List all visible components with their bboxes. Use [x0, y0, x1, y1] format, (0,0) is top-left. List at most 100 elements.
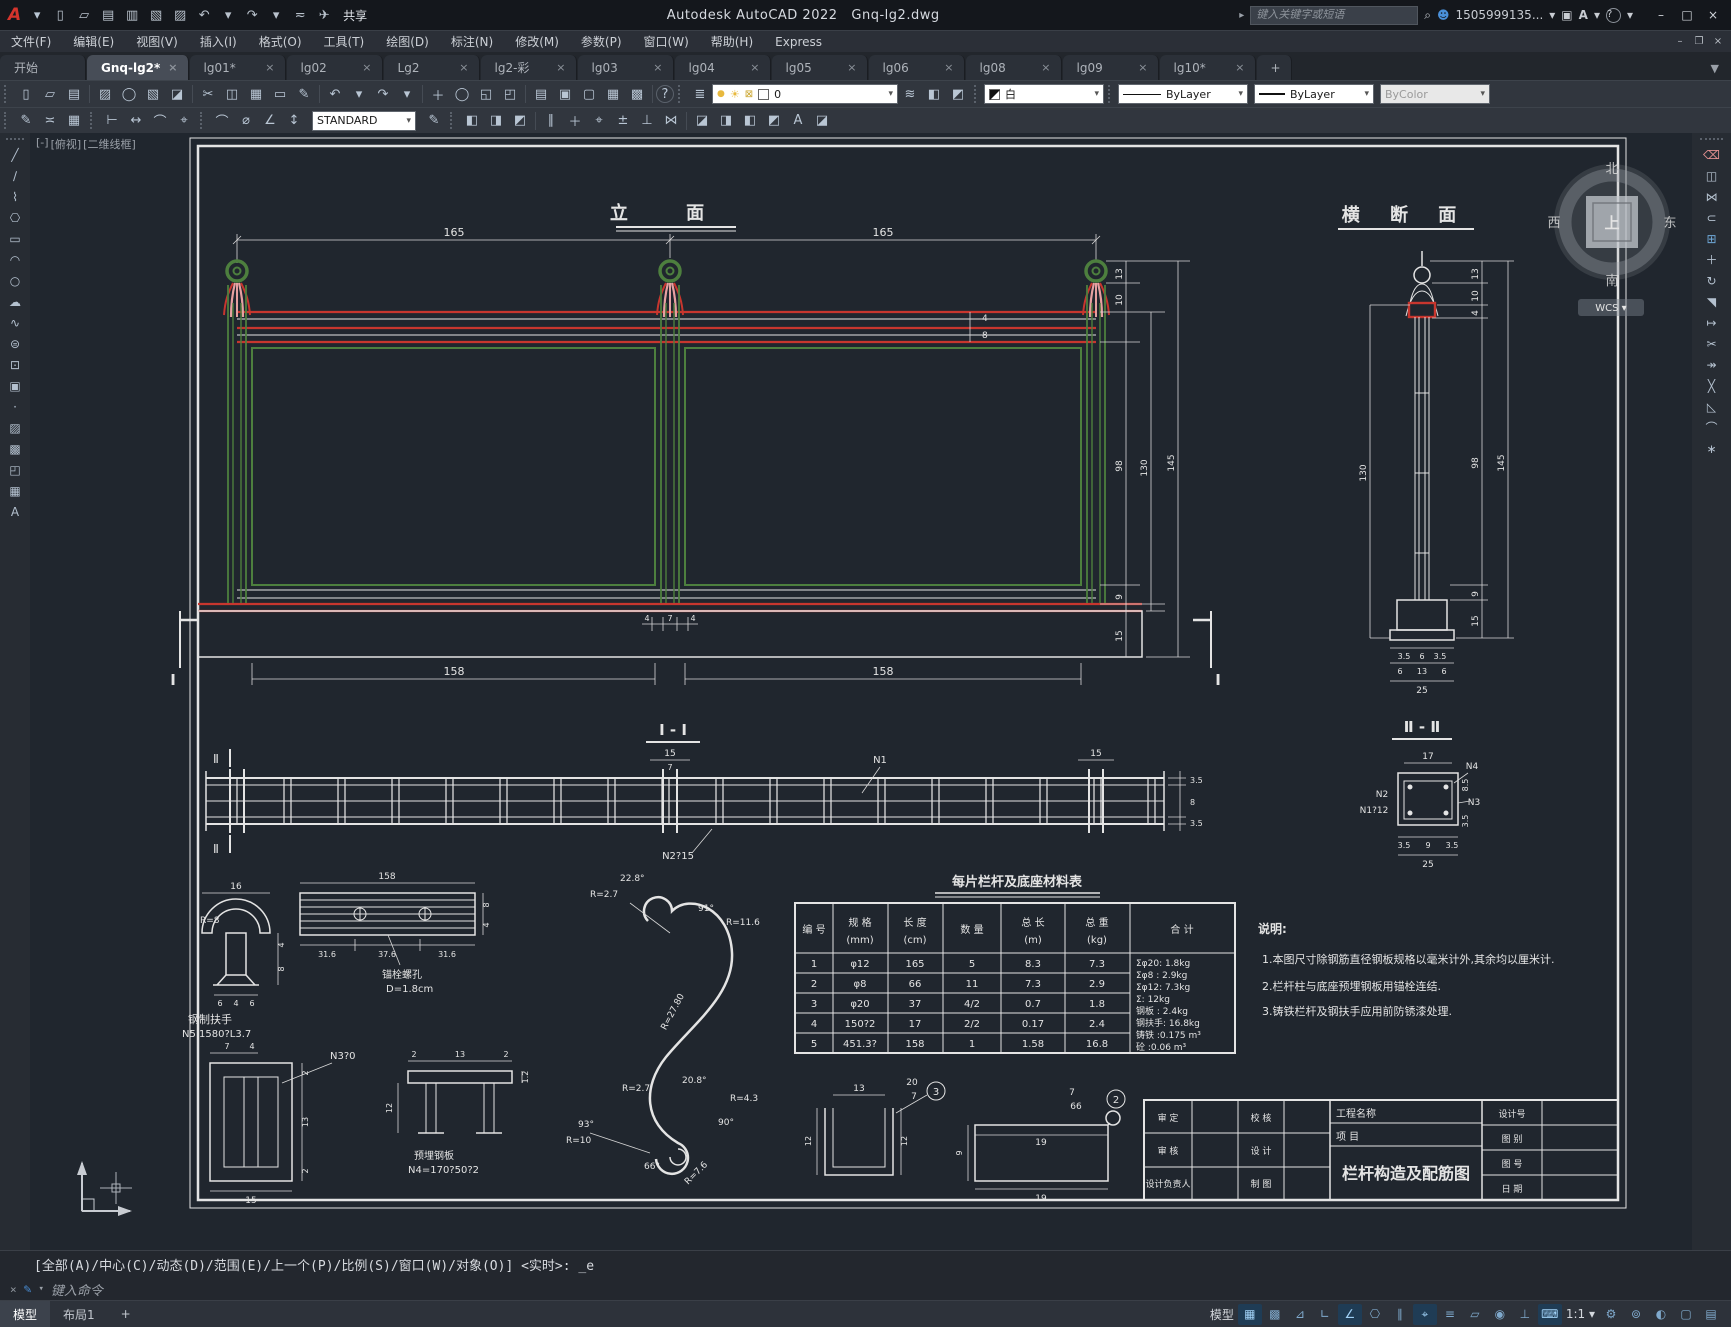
drawing-canvas[interactable]: [-] [俯视] [二维线框] 立 面 165 165 13 10 98 9 1… [30, 133, 1692, 1250]
line-button[interactable] [3, 144, 27, 165]
dim-break-button[interactable] [539, 110, 563, 132]
layer-isolate-button[interactable] [922, 83, 946, 105]
autodesk-dropdown-icon[interactable] [1594, 8, 1600, 22]
save-as-button[interactable] [121, 8, 143, 23]
tab-close-icon[interactable]: × [653, 61, 662, 74]
help-dropdown-icon[interactable] [1627, 8, 1633, 22]
command-prompt[interactable]: × ✎ ▾ 键入命令 [0, 1277, 1731, 1301]
menu-modify[interactable]: 修改(M) [504, 31, 570, 53]
linetype-combo[interactable]: ByLayer ▾ [1118, 84, 1248, 104]
menu-tools[interactable]: 工具(T) [313, 31, 376, 53]
layer-properties-button[interactable] [688, 83, 712, 105]
layer-states-button[interactable] [898, 83, 922, 105]
fillet-button[interactable] [1700, 417, 1724, 438]
redo-dropdown-icon[interactable] [265, 8, 287, 23]
publish-button[interactable] [141, 83, 165, 105]
tab-lg02[interactable]: lg02 × [286, 55, 383, 80]
dim-edit-button[interactable] [422, 110, 446, 132]
tab-lg08[interactable]: lg08 × [965, 55, 1062, 80]
copy-button[interactable] [1700, 165, 1724, 186]
save-button[interactable] [62, 83, 86, 105]
undo-button[interactable] [323, 83, 347, 105]
app-menu-dropdown-icon[interactable] [25, 4, 49, 26]
arc-length-dim-button[interactable] [148, 110, 172, 132]
menu-express[interactable]: Express [764, 31, 833, 53]
lineweight-combo[interactable]: ByLayer ▾ [1254, 84, 1374, 104]
toolbar-grip[interactable] [200, 111, 206, 130]
selection-cycling-toggle[interactable] [1488, 1304, 1512, 1325]
radius-dim-button[interactable] [210, 110, 234, 132]
move-button[interactable] [1700, 249, 1724, 270]
tab-lg2-color[interactable]: lg2-彩 × [480, 55, 577, 80]
toolbar-grip[interactable] [4, 84, 10, 104]
erase-button[interactable] [1700, 144, 1724, 165]
chevron-down-icon[interactable]: ▾ [1238, 89, 1243, 99]
break-button[interactable] [1700, 375, 1724, 396]
dim-update-button[interactable] [659, 110, 683, 132]
menu-view[interactable]: 视图(V) [125, 31, 189, 53]
layout1-tab[interactable]: 布局1 [50, 1301, 108, 1327]
menu-draw[interactable]: 绘图(D) [375, 31, 440, 53]
minimize-button[interactable]: – [1649, 8, 1673, 22]
ellipse-button[interactable] [3, 333, 27, 354]
viewcube-east[interactable]: 东 [1663, 216, 1676, 231]
extend-button[interactable] [1700, 354, 1724, 375]
close-button[interactable]: × [1701, 8, 1725, 22]
model-tab[interactable]: 模型 [0, 1301, 51, 1327]
diameter-dim-button[interactable] [234, 110, 258, 132]
trim-button[interactable] [1700, 333, 1724, 354]
undo-dropdown-icon[interactable] [347, 83, 371, 105]
viewcube-west[interactable]: 西 [1547, 216, 1560, 231]
menu-edit[interactable]: 编辑(E) [62, 31, 125, 53]
quickcalc-button[interactable] [625, 83, 649, 105]
undo-dropdown-icon[interactable] [217, 8, 239, 23]
baseline-dim-button[interactable] [460, 110, 484, 132]
ordinate-dim-button[interactable] [172, 110, 196, 132]
hatch-button[interactable] [3, 417, 27, 438]
table-style-button[interactable] [62, 110, 86, 132]
designcenter-button[interactable] [553, 83, 577, 105]
tab-close-icon[interactable]: × [750, 61, 759, 74]
tab-close-icon[interactable]: × [459, 61, 468, 74]
viewport-view-control[interactable]: [俯视] [51, 136, 82, 152]
model-space-button[interactable]: 模型 [1207, 1304, 1237, 1325]
polyline-button[interactable] [3, 186, 27, 207]
polygon-button[interactable] [3, 207, 27, 228]
annotation-scale-button[interactable]: 1:1 ▾ [1563, 1304, 1598, 1325]
tab-close-icon[interactable]: × [847, 61, 856, 74]
ucs-world-button[interactable] [762, 110, 786, 132]
offset-button[interactable] [1700, 207, 1724, 228]
spline-button[interactable] [3, 312, 27, 333]
tab-lg06[interactable]: lg06 × [868, 55, 965, 80]
tab-overflow-icon[interactable]: ▼ [1699, 62, 1731, 80]
3d-orbit-button[interactable] [714, 110, 738, 132]
workspace-dropdown[interactable] [289, 8, 311, 23]
autodesk-icon[interactable] [1579, 8, 1588, 22]
circle-button[interactable] [3, 270, 27, 291]
inspect-dim-button[interactable] [611, 110, 635, 132]
toolbar-grip[interactable] [6, 138, 24, 140]
redo-button[interactable] [371, 83, 395, 105]
toolbar-grip[interactable] [450, 111, 456, 130]
tab-close-icon[interactable]: × [168, 61, 177, 74]
tab-gnq-lg2[interactable]: Gnq-lg2* × [87, 55, 189, 80]
explode-button[interactable] [1700, 438, 1724, 459]
viewcube-top-face[interactable]: 上 [1604, 214, 1619, 232]
tab-lg01[interactable]: lg01* × [189, 55, 286, 80]
search-icon[interactable] [1424, 8, 1431, 23]
zoom-previous-button[interactable] [498, 83, 522, 105]
zoom-window-button[interactable] [474, 83, 498, 105]
tab-lg10[interactable]: lg10* × [1159, 55, 1256, 80]
tool-palettes-button[interactable] [577, 83, 601, 105]
help-icon[interactable] [1605, 7, 1621, 23]
gradient-button[interactable] [3, 438, 27, 459]
chevron-down-icon[interactable]: ▾ [1094, 89, 1099, 99]
tab-lg03[interactable]: lg03 × [577, 55, 674, 80]
pan-button[interactable] [426, 83, 450, 105]
infer-constraints-toggle[interactable] [1288, 1304, 1312, 1325]
customization-button[interactable] [1699, 1304, 1723, 1325]
region-button[interactable] [3, 459, 27, 480]
quick-dim-button[interactable] [282, 110, 306, 132]
tab-lg04[interactable]: lg04 × [674, 55, 771, 80]
viewcube-north[interactable]: 北 [1605, 162, 1618, 177]
